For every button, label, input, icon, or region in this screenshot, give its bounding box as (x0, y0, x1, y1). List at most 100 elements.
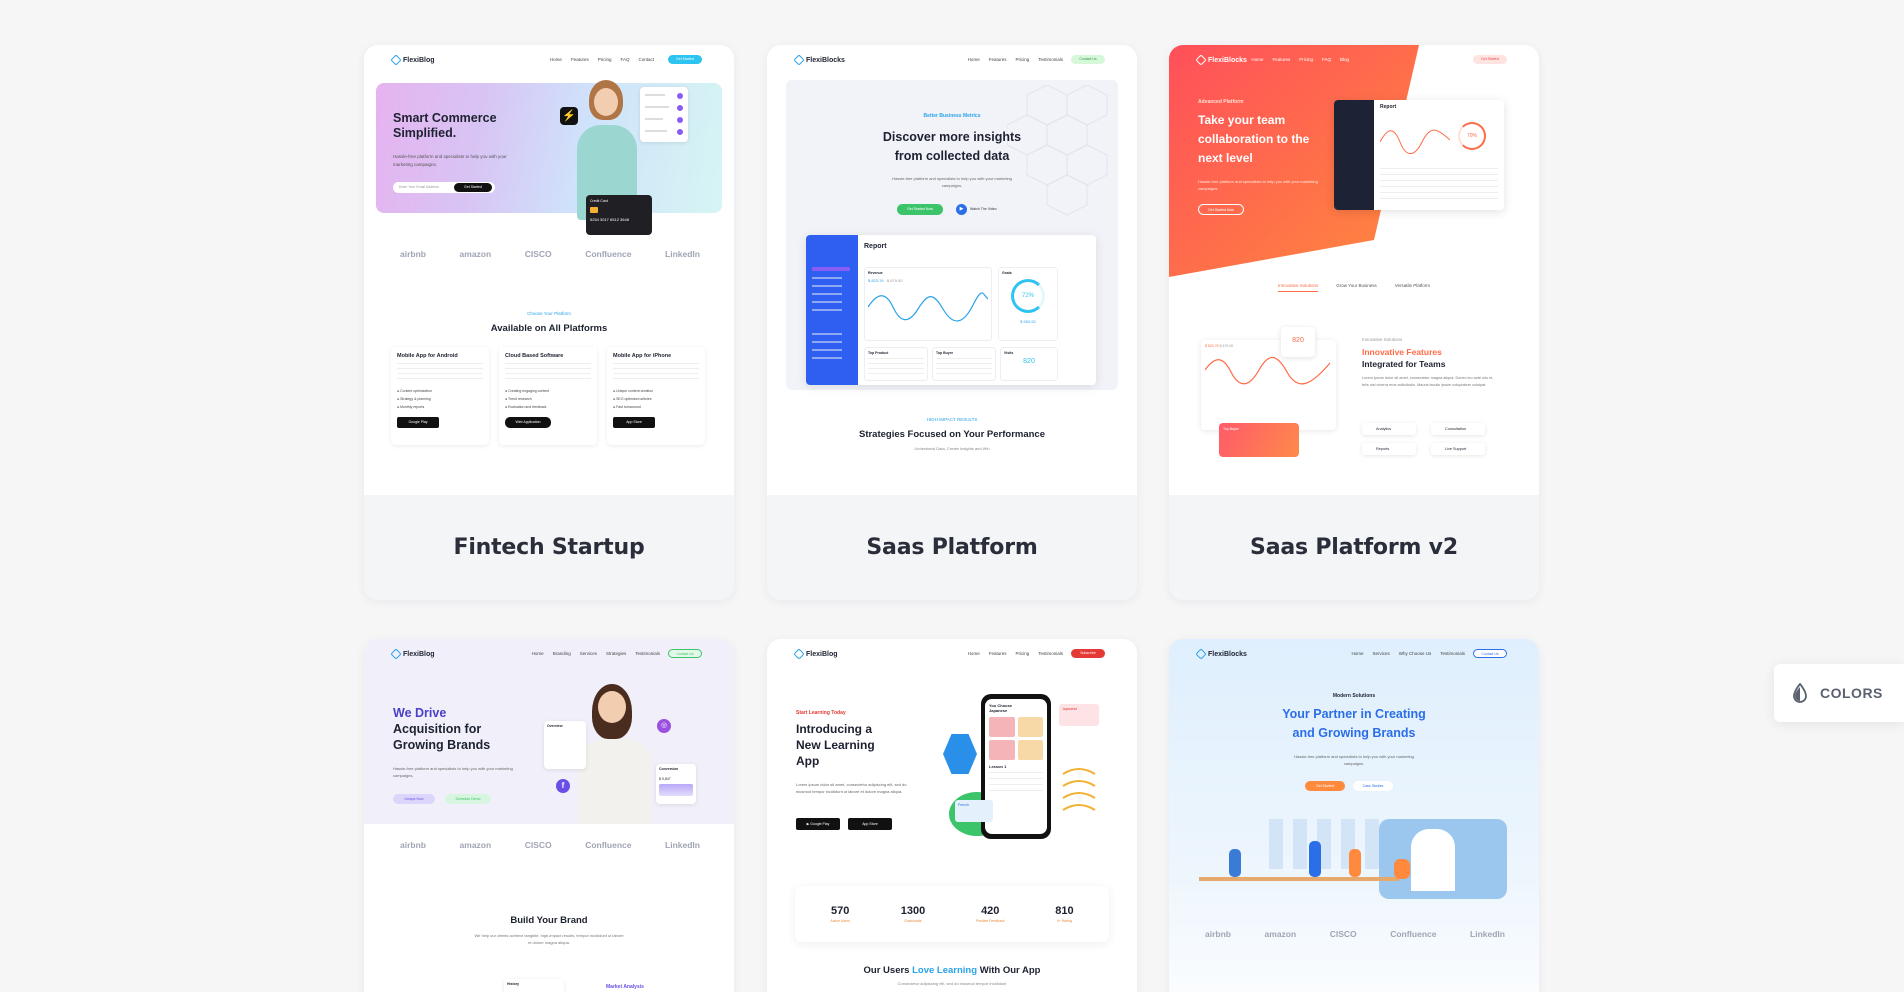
phone-illustration: You Choose Japanese Lesson 1 Japanese Fr… (943, 694, 1113, 844)
template-card-branding[interactable]: FlexiBlocks Home Services Why Choose Us Tes… (1169, 639, 1539, 992)
template-thumbnail[interactable]: FlexiBlog Home Branding Services Strategies… (364, 639, 734, 992)
feature-chip-analytics: Analytics (1362, 423, 1416, 435)
dashboard-mockup: Report 70% (1334, 100, 1504, 210)
report-title: Report (864, 243, 887, 250)
overview-widget: Overview (544, 721, 586, 769)
mini-cta-button: Subscribe (1071, 649, 1105, 658)
section-title: Strategies Focused on Your Performance (858, 429, 1045, 440)
section-subtitle: Understand Data, Create Insights and Win (914, 446, 990, 451)
hero-title: Introducing a New Learning App (796, 722, 875, 768)
stats-panel: 570 Active Users 1300 Downloads 420 Positiv… (795, 886, 1109, 942)
section-title: Available on All Platforms (490, 323, 608, 334)
mini-navbar: FlexiBlocks Home Services Why Choose Us Tes… (1169, 639, 1539, 671)
template-thumbnail[interactable]: FlexiBlocks Home Services Why Choose Us Tes… (1169, 639, 1539, 992)
visits-panel: Visits 820 (1000, 347, 1058, 381)
hero-kicker: Start Learning Today (796, 710, 846, 716)
mini-logo: FlexiBlog (793, 648, 838, 660)
mini-cta-button: Get Started (1473, 55, 1507, 64)
hero-button-primary: Unique Now (393, 794, 435, 804)
stat-number: 810 (1055, 905, 1074, 917)
hero-title: Smart Commerce Simplified. (393, 111, 497, 140)
visits-widget: 820 (1281, 327, 1315, 357)
mini-cta-button: Contact Us (668, 649, 702, 658)
mini-navbar: FlexiBlog Home Branding Services Strategies… (364, 639, 734, 671)
credit-card-widget: Credit Card 5254 3017 6512 3648 (586, 195, 652, 235)
hero-subtitle: Hassle-free platform and specialists to … (892, 176, 1012, 188)
template-card-marketing-agency[interactable]: FlexiBlog Home Branding Services Strategies… (364, 639, 734, 992)
google-play-badge: ▶ Google Play (796, 818, 840, 830)
feature-chip-live-support: Live Support (1431, 443, 1485, 455)
section-title: Build Your Brand (510, 915, 588, 926)
hero-button-secondary: Case Studies (1353, 781, 1393, 791)
mini-nav-links: Home Branding Services Strategies Testimonia… (531, 651, 660, 656)
dashboard-mockup: Report Revenue $ 823.76 $ 679.00 Goals 7… (806, 235, 1096, 385)
hero-title: Discover more insights from collected da… (882, 130, 1022, 163)
brand-logos: airbnb amazon CISCO Confluence LinkedIn (400, 249, 700, 259)
chart-widget: $ 823.76 $ 679.00 (1201, 340, 1336, 430)
conversion-widget: Conversion $ 9,847 (656, 764, 696, 804)
hero-subtitle: Lorem ipsum dolor sit amet, consectetur … (796, 782, 907, 794)
stat-number: 1300 (900, 905, 926, 917)
features-title: Integrated for Teams (1362, 359, 1446, 369)
revenue-panel: Revenue $ 823.76 $ 679.00 (864, 267, 992, 341)
hero-button: Get Started (454, 183, 492, 192)
hero-subtitle: Hassle-free platform and specialists to … (393, 154, 507, 167)
mini-logo: FlexiBlocks (1195, 648, 1247, 660)
mini-logo: FlexiBlog (390, 54, 435, 66)
template-card-saas-platform[interactable]: FlexiBlocks Home Features Pricing Testimoni… (767, 45, 1137, 600)
mini-navbar: FlexiBlocks Home Features Pricing FAQ Blog G… (1169, 45, 1539, 77)
hero-subtitle: Hassle-free platform and specialists to … (1294, 754, 1414, 766)
template-title[interactable]: Fintech Startup (364, 495, 734, 600)
lightning-icon: ⚡ (560, 107, 578, 125)
features-kicker: Innovative Solutions (1362, 337, 1403, 342)
hero-button-video: Watch The Video (970, 207, 997, 211)
hero-kicker: Better Business Metrics (923, 113, 981, 119)
template-title[interactable]: Saas Platform v2 (1169, 495, 1539, 600)
mini-logo: FlexiBlocks (1195, 54, 1247, 66)
brand-logos: airbnb amazon CISCO Confluence LinkedIn (400, 840, 700, 850)
mini-navbar: FlexiBlocks Home Features Pricing Testimoni… (767, 45, 1137, 77)
top-product-panel: Top Product (864, 347, 928, 381)
template-thumbnail[interactable]: FlexiBlog Home Features Pricing Testimonial… (767, 639, 1137, 992)
feature-card-iphone: Mobile App for iPhone ● Unique content c… (607, 347, 705, 445)
template-card-fintech-startup[interactable]: FlexiBlog Home Features Pricing FAQ Contact … (364, 45, 734, 600)
stat-label: 4+ Rating (1056, 919, 1072, 923)
hero-title: We Drive Acquisition for Growing Brands (393, 706, 491, 752)
goals-panel: Goals 72% $ 900.52 (998, 267, 1058, 341)
template-thumbnail[interactable]: FlexiBlocks Home Features Pricing FAQ Blog G… (1169, 45, 1539, 495)
droplet-icon (1792, 682, 1808, 703)
feature-card-android: Mobile App for Android ● Content optimiz… (391, 347, 489, 445)
section-title: Our Users Love Learning With Our App (863, 965, 1041, 976)
hero-button: Get Started Now (1198, 204, 1244, 215)
market-analysis-label: Market Analysis (606, 984, 644, 990)
dashboard-sidebar (806, 235, 858, 385)
template-thumbnail[interactable]: FlexiBlocks Home Features Pricing Testimoni… (767, 45, 1137, 495)
mini-cta-button: Get Started (668, 55, 702, 64)
mini-navbar: FlexiBlog Home Features Pricing FAQ Contact … (364, 45, 734, 77)
play-icon: ▶ (956, 204, 967, 215)
mini-logo: FlexiBlocks (793, 54, 845, 66)
hero-title: Take your team collaboration to the next… (1198, 113, 1310, 165)
stat-number: 570 (831, 905, 850, 917)
template-card-learning-app[interactable]: FlexiBlog Home Features Pricing Testimonial… (767, 639, 1137, 992)
section-subtitle: Consectetur adipiscing elit, sed do eius… (897, 981, 1007, 986)
hero-person-illustration (574, 679, 654, 824)
stat-number: 420 (981, 905, 1000, 917)
stats-widget (640, 87, 688, 142)
hero-button-primary: Get Started Now (897, 204, 943, 215)
stat-label: Positive Feedback (975, 919, 1005, 923)
template-card-saas-platform-v2[interactable]: FlexiBlocks Home Features Pricing FAQ Blog G… (1169, 45, 1539, 600)
history-widget: History (504, 979, 564, 992)
section-kicker: Choose Your Platform (527, 311, 571, 316)
section-subtitle: We help our clients achieve tangible, hi… (474, 933, 624, 945)
feature-chip-reports: Reports (1362, 443, 1416, 455)
feature-tabs: Innovative Solutions Grow Your Business … (1169, 283, 1539, 292)
colors-panel-toggle[interactable]: COLORS (1774, 664, 1904, 722)
top-buyer-panel: Top Buyer (932, 347, 996, 381)
mini-nav-links: Home Features Pricing FAQ Blog (1251, 57, 1349, 62)
mini-nav-links: Home Features Pricing Testimonials (967, 651, 1063, 656)
template-title[interactable]: Saas Platform (767, 495, 1137, 600)
section-kicker: HIGH IMPACT RESULTS (926, 417, 978, 422)
template-thumbnail[interactable]: FlexiBlog Home Features Pricing FAQ Contact … (364, 45, 734, 495)
features-subtitle: Lorem ipsum dolor sit amet, consectetur … (1362, 376, 1494, 387)
